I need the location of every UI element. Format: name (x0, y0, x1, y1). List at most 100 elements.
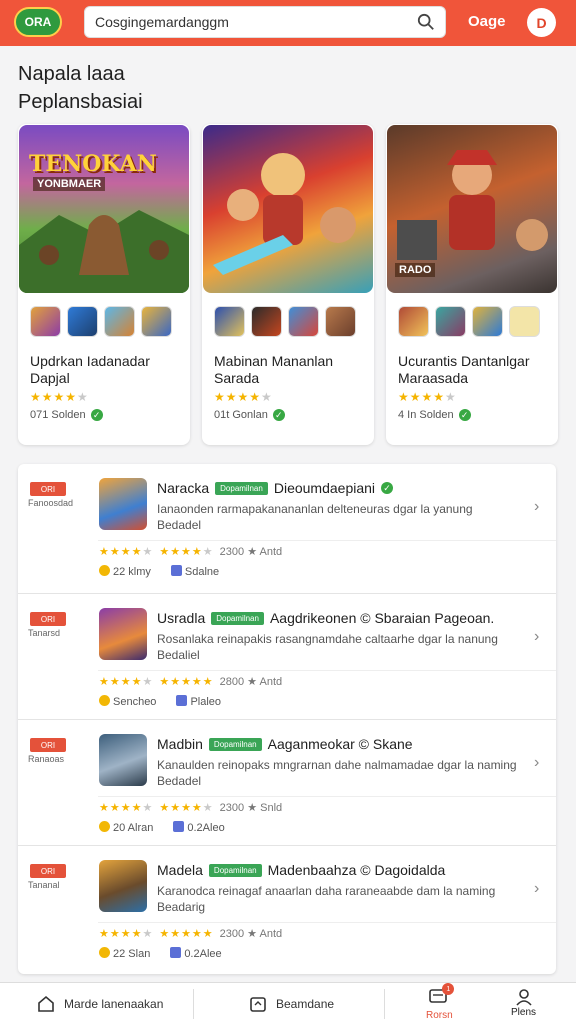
row-footer: 22 Slan 0.2Alee (99, 947, 222, 960)
card-rating-stars: ★★★★★ (214, 390, 273, 404)
row-footer-coins-text: 20 Alran (113, 822, 154, 834)
row-footer-likes: 0.2Alee (170, 947, 222, 960)
card-game-name: Mabinan Mananlan Sarada (214, 353, 334, 386)
row-rating: ★★★★★ ★★★★★ 2800 ★ Antd (99, 675, 282, 688)
featured-card[interactable]: TENOKAN YONBMAER Updrkan Iadanadar Dapja… (18, 124, 190, 445)
rating-count: 2300 ★ Antd (219, 546, 283, 558)
game-thumbnail[interactable] (30, 306, 61, 337)
game-thumbnail[interactable] (509, 306, 540, 337)
row-tag-subtext: Fanoosdad (28, 498, 74, 508)
bottom-nav: Marde lanenaakan Beamdane 1 Rorsn Plens (0, 982, 576, 1024)
list-item[interactable]: ORI Tanarsd Usradla Dopamilnan Aagdrikeo… (18, 594, 556, 720)
gamepad-icon (250, 997, 266, 1012)
game-icon (99, 734, 147, 786)
row-rating: ★★★★★ ★★★★★ 2300 ★ Antd (99, 927, 282, 940)
row-description-line: Karanodca reinagaf anaarlan daha raranea… (157, 884, 496, 898)
row-footer-coins-text: 22 klmy (113, 566, 151, 578)
search-bar[interactable] (84, 6, 446, 38)
row-tag-subtext: Tanarsd (28, 628, 61, 638)
game-icon (99, 478, 147, 530)
row-footer-coins: 20 Alran (99, 821, 153, 834)
avatar[interactable]: D (527, 8, 556, 37)
row-tag-subtext: Tananal (28, 880, 60, 890)
row-divider (98, 796, 556, 797)
nav-games[interactable]: Beamdane (248, 983, 334, 1024)
card-artwork: TENOKAN YONBMAER (19, 125, 189, 293)
row-footer: Sencheo Plaleo (99, 695, 221, 708)
coin-icon (99, 947, 110, 958)
rating-count: 2800 ★ Antd (219, 676, 283, 688)
top-app-bar: ORA Oage D (0, 0, 576, 46)
nav-home[interactable]: Marde lanenaakan (36, 983, 163, 1024)
row-description-line: Kanaulden reinopaks mngrarnan dahe nalma… (157, 758, 517, 772)
card-game-name: Updrkan Iadanadar Dapjal (30, 353, 150, 386)
game-list: ORI Fanoosdad Naracka Dopamilnan Dieoumd… (18, 464, 556, 974)
chevron-right-icon[interactable]: › (534, 880, 539, 898)
app-logo[interactable]: ORA (14, 7, 62, 37)
rating-stars: ★★★★★ (159, 676, 214, 688)
row-description-line: Ianaonden rarmapakanananlan delteneuras … (157, 502, 473, 516)
verified-icon: ✓ (458, 409, 471, 421)
rating-stars: ★★★★★ (159, 928, 214, 940)
row-footer-coins-text: 22 Slan (113, 948, 151, 960)
row-footer-likes: 0.2Aleo (173, 821, 225, 834)
game-thumbnail[interactable] (214, 306, 245, 337)
row-rating: ★★★★★ ★★★★★ 2300 ★ Antd (99, 545, 282, 558)
card-artwork (203, 125, 373, 293)
chevron-right-icon[interactable]: › (534, 754, 539, 772)
game-thumbnail[interactable] (251, 306, 282, 337)
row-divider (98, 540, 556, 541)
thumbnail-strip (30, 306, 172, 337)
row-title: Madbin Dopamilnan Aaganmeokar © Skane (157, 736, 413, 752)
game-thumbnail[interactable] (398, 306, 429, 337)
game-thumbnail[interactable] (288, 306, 319, 337)
game-thumbnail[interactable] (472, 306, 503, 337)
verified-icon: ✓ (90, 409, 103, 421)
chevron-right-icon[interactable]: › (534, 628, 539, 646)
game-thumbnail[interactable] (67, 306, 98, 337)
search-icon[interactable] (417, 13, 435, 31)
row-title: Naracka Dopamilnan Dieoumdaepiani ✓ (157, 480, 394, 496)
featured-card[interactable]: Mabinan Mananlan Sarada ★★★★★ 01t Gonlan… (202, 124, 374, 445)
game-thumbnail[interactable] (141, 306, 172, 337)
featured-card[interactable]: RADO Ucurantis Dantanlgar Maraasada ★★★★… (386, 124, 558, 445)
rating-stars: ★★★★★ (99, 676, 154, 688)
list-item[interactable]: ORI Tananal Madela Dopamilnan Madenbaahz… (18, 846, 556, 974)
nav-messages[interactable]: 1 Rorsn (426, 983, 455, 1021)
row-description: Ianaonden rarmapakanananlan delteneuras … (157, 501, 517, 533)
list-item[interactable]: ORI Fanoosdad Naracka Dopamilnan Dieoumd… (18, 464, 556, 594)
card-art-title: TENOKAN (29, 151, 157, 177)
row-rating: ★★★★★ ★★★★★ 2300 ★ Snld (99, 801, 282, 814)
row-subtitle: Aagdrikeonen © Sbaraian Pageoan. (269, 610, 495, 626)
row-pill: Dopamilnan (215, 481, 268, 495)
coin-icon (99, 695, 110, 706)
nav-profile[interactable]: Plens (511, 987, 536, 1018)
chevron-right-icon[interactable]: › (534, 498, 539, 516)
card-rating-stars: ★★★★★ (398, 390, 457, 404)
row-description-line: Bedadel (157, 774, 202, 788)
list-item[interactable]: ORI Ranaoas Madbin Dopamilnan Aaganmeoka… (18, 720, 556, 846)
card-meta: 01t Gonlan ✓ (214, 409, 285, 421)
row-game-name: Madbin (157, 736, 203, 752)
thumbnail-strip (398, 306, 540, 337)
rating-stars: ★★★★★ (99, 928, 154, 940)
row-subtitle: Aaganmeokar © Skane (267, 736, 413, 752)
rating-stars: ★★★★★ (159, 802, 214, 814)
row-divider (98, 922, 556, 923)
game-thumbnail[interactable] (325, 306, 356, 337)
row-footer-likes-text: 0.2Aleo (187, 822, 225, 834)
nav-messages-label: Rorsn (426, 1010, 453, 1021)
row-description-line: Bedadel (157, 518, 202, 532)
header-link[interactable]: Oage (468, 13, 506, 30)
search-input[interactable] (95, 14, 417, 30)
nav-profile-label: Plens (511, 1007, 537, 1018)
card-meta-text: 4 In Solden (398, 409, 454, 421)
thumbnail-strip (214, 306, 356, 337)
game-thumbnail[interactable] (104, 306, 135, 337)
game-thumbnail[interactable] (435, 306, 466, 337)
nav-divider (384, 989, 385, 1019)
card-meta: 071 Solden ✓ (30, 409, 103, 421)
row-footer-coins: 22 Slan (99, 947, 150, 960)
row-divider (98, 670, 556, 671)
row-footer-coins: Sencheo (99, 695, 156, 708)
